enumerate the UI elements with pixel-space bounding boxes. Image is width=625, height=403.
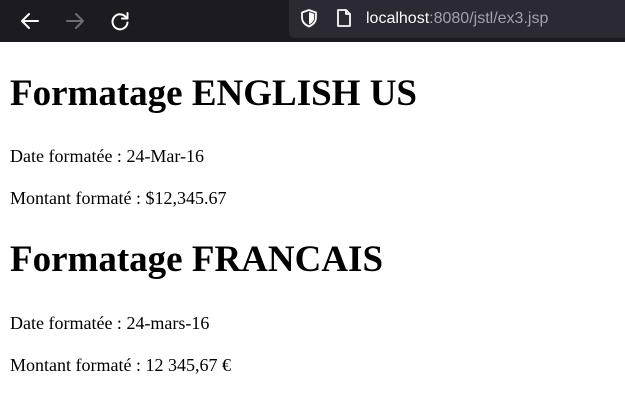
heading-francais: Formatage FRANCAIS	[10, 239, 384, 280]
formatted-amount-us: Montant formaté : $12,345.67	[10, 188, 227, 208]
reload-button[interactable]	[105, 6, 135, 36]
url-path: :8080/jstl/ex3.jsp	[429, 10, 549, 27]
forward-arrow-icon	[66, 13, 84, 29]
formatted-amount-fr: Montant formaté : 12 345,67 €	[10, 355, 231, 375]
browser-toolbar: localhost:8080/jstl/ex3.jsp	[0, 0, 625, 42]
page-icon[interactable]	[335, 8, 353, 28]
formatted-date-fr: Date formatée : 24-mars-16	[10, 313, 210, 333]
shield-icon[interactable]	[299, 8, 319, 28]
reload-icon	[111, 12, 129, 31]
forward-button[interactable]	[60, 6, 90, 36]
url-text[interactable]: localhost:8080/jstl/ex3.jsp	[366, 9, 548, 29]
back-arrow-icon	[21, 13, 39, 29]
url-host: localhost	[366, 10, 430, 27]
heading-english-us: Formatage ENGLISH US	[10, 73, 417, 114]
back-button[interactable]	[15, 6, 45, 36]
formatted-date-us: Date formatée : 24-Mar-16	[10, 146, 205, 166]
url-bar[interactable]: localhost:8080/jstl/ex3.jsp	[289, 0, 625, 38]
